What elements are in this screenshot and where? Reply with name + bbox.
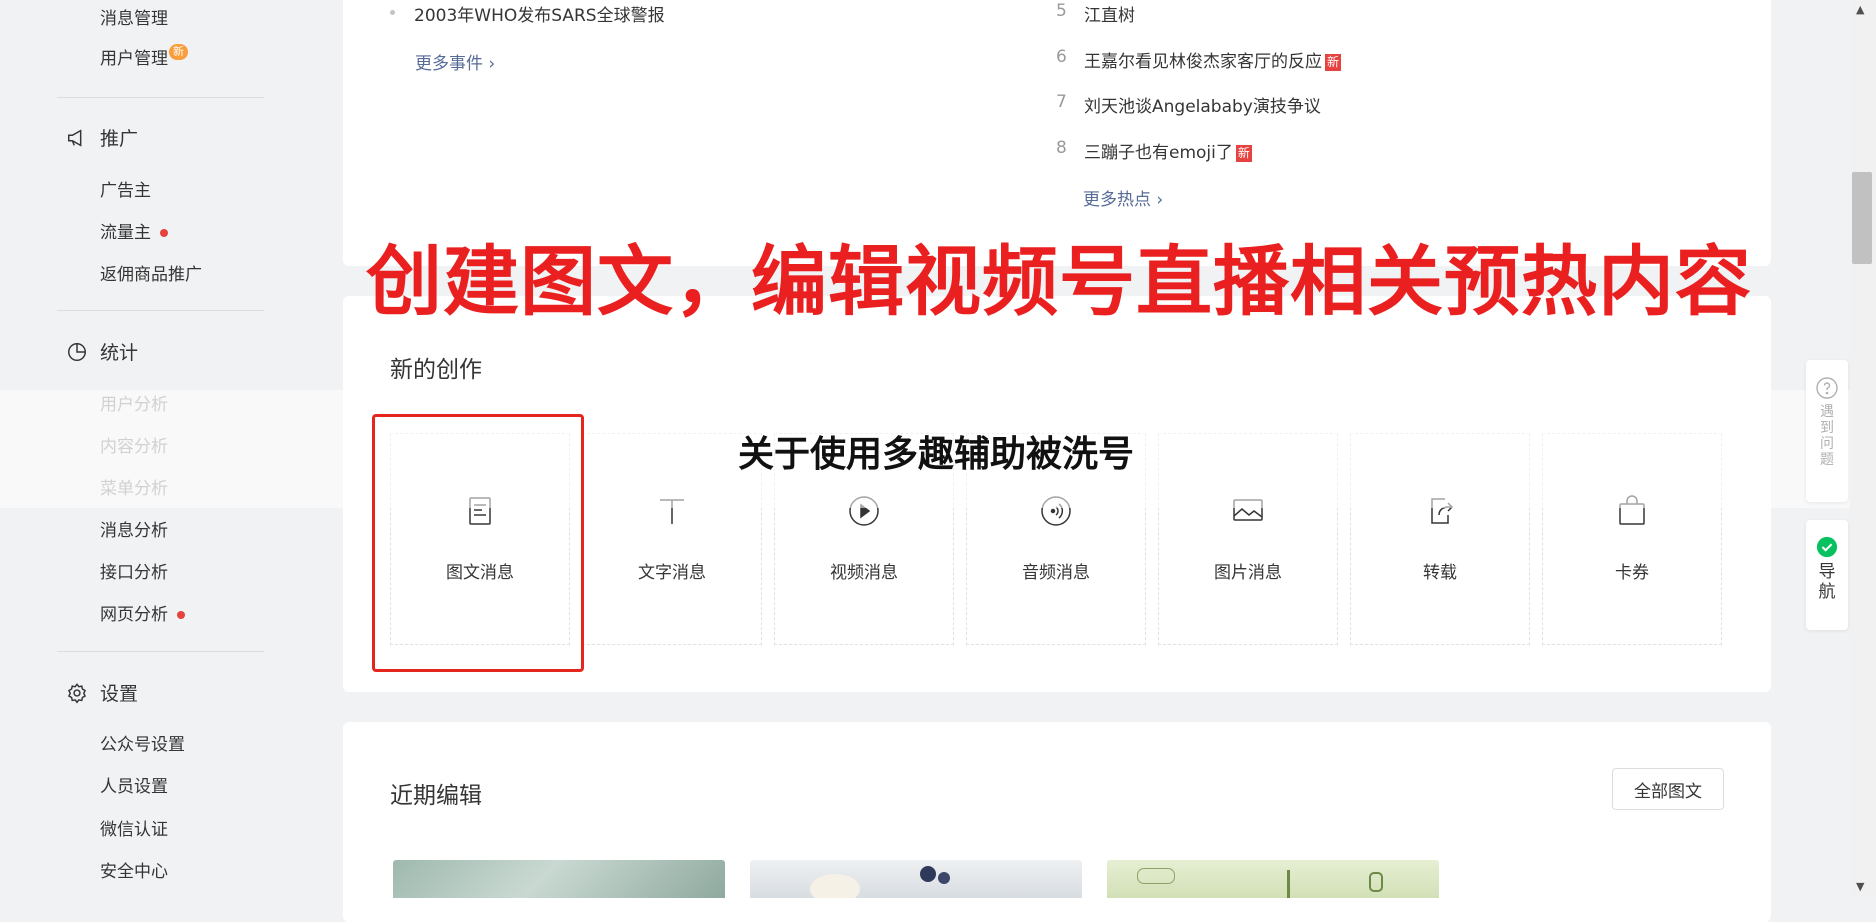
hot-item-text: 三蹦子也有emoji了 — [1084, 143, 1233, 163]
question-icon — [1816, 377, 1838, 399]
all-articles-button[interactable]: 全部图文 — [1612, 768, 1724, 810]
notification-dot — [177, 611, 185, 619]
tile-article[interactable]: 图文消息 — [390, 433, 570, 645]
tile-label: 文字消息 — [638, 563, 706, 583]
nav-label: 导航 — [1818, 562, 1836, 602]
sidebar-item-security-center[interactable]: 安全中心 — [100, 857, 168, 882]
check-icon — [1816, 536, 1838, 558]
sidebar-item-api-analysis[interactable]: 接口分析 — [100, 558, 168, 583]
sidebar-item-user-mgmt[interactable]: 用户管理新 — [100, 44, 188, 69]
bullet-icon — [390, 10, 395, 15]
share-icon — [1431, 498, 1454, 524]
tile-image[interactable]: 图片消息 — [1158, 433, 1338, 645]
scroll-up-icon[interactable]: ▲ — [1856, 3, 1864, 16]
nav-widget[interactable]: 导航 — [1806, 520, 1848, 630]
hot-rank: 6 — [1056, 47, 1067, 67]
gear-icon — [67, 682, 87, 703]
sidebar-divider — [57, 310, 264, 311]
article-icon — [469, 497, 491, 525]
pie-chart-icon — [68, 342, 86, 361]
hot-rank: 8 — [1056, 138, 1067, 158]
sidebar-item-account-settings[interactable]: 公众号设置 — [100, 730, 185, 755]
hot-item-text: 刘天池谈Angelababy演技争议 — [1084, 97, 1321, 117]
sidebar-section-stats[interactable]: 统计 — [66, 338, 138, 365]
tile-label: 图文消息 — [446, 563, 514, 583]
more-events-link[interactable]: 更多事件 › — [415, 49, 495, 74]
megaphone-icon — [68, 128, 82, 147]
sidebar-item-content-analysis[interactable]: 内容分析 — [100, 432, 168, 457]
berry-graphic — [938, 872, 950, 884]
tile-coupon[interactable]: 卡券 — [1542, 433, 1722, 645]
hot-item[interactable]: 三蹦子也有emoji了新 — [1084, 138, 1252, 163]
help-label: 遇到问题 — [1820, 404, 1834, 468]
sidebar-section-settings[interactable]: 设置 — [66, 679, 138, 706]
plant-graphic — [1369, 872, 1383, 892]
article-thumbnail[interactable] — [1107, 860, 1439, 898]
sidebar-item-label: 流量主 — [100, 223, 151, 243]
sidebar-item-message-mgmt[interactable]: 消息管理 — [100, 4, 168, 29]
sidebar-item-commission-promo[interactable]: 返佣商品推广 — [100, 260, 202, 285]
sidebar: 消息管理 用户管理新 推广 广告主 流量主 返佣商品推广 统计 用户分析 内容分… — [0, 0, 300, 898]
article-thumbnail[interactable] — [393, 860, 725, 898]
label-graphic — [1137, 868, 1175, 884]
tile-label: 音频消息 — [1022, 563, 1090, 583]
play-icon — [849, 496, 879, 526]
sidebar-item-member-settings[interactable]: 人员设置 — [100, 772, 168, 797]
sidebar-item-message-analysis[interactable]: 消息分析 — [100, 516, 168, 541]
berry-graphic — [920, 866, 936, 882]
notification-dot — [160, 229, 168, 237]
tile-label: 视频消息 — [830, 563, 898, 583]
tile-label: 卡券 — [1615, 563, 1649, 583]
sidebar-item-label: 网页分析 — [100, 605, 168, 625]
audio-icon — [1041, 496, 1071, 526]
sidebar-item-web-analysis[interactable]: 网页分析 — [100, 600, 185, 625]
tile-label: 转载 — [1423, 563, 1457, 583]
hot-rank: 7 — [1056, 92, 1067, 112]
bowl-graphic — [810, 874, 860, 898]
events-card — [343, 0, 1771, 266]
sidebar-section-promotion[interactable]: 推广 — [66, 124, 138, 151]
tile-repost[interactable]: 转载 — [1350, 433, 1530, 645]
sidebar-divider — [57, 651, 264, 652]
new-tag: 新 — [1325, 53, 1342, 71]
sidebar-item-advertiser[interactable]: 广告主 — [100, 176, 151, 201]
article-thumbnail[interactable] — [750, 860, 1082, 898]
overlay-subtitle: 关于使用多趣辅助被洗号 — [738, 434, 1135, 475]
sidebar-item-user-analysis[interactable]: 用户分析 — [100, 390, 168, 415]
hot-item-text: 江直树 — [1084, 6, 1135, 26]
hot-item[interactable]: 刘天池谈Angelababy演技争议 — [1084, 92, 1321, 117]
hot-rank: 5 — [1056, 1, 1067, 21]
bag-icon — [1619, 495, 1645, 525]
sidebar-section-label: 统计 — [100, 342, 139, 364]
sidebar-item-label: 用户管理 — [100, 49, 168, 69]
image-icon — [1233, 499, 1263, 521]
tile-label: 图片消息 — [1214, 563, 1282, 583]
scroll-down-icon[interactable]: ▼ — [1856, 880, 1864, 893]
sidebar-section-label: 推广 — [100, 128, 139, 150]
hot-item-text: 王嘉尔看见林俊杰家客厅的反应 — [1084, 52, 1322, 72]
new-tag: 新 — [1235, 144, 1252, 162]
sidebar-divider — [57, 97, 264, 98]
text-icon — [660, 499, 684, 524]
event-item[interactable]: 2003年WHO发布SARS全球警报 — [414, 1, 665, 26]
help-widget[interactable]: 遇到问题 — [1806, 360, 1848, 502]
hot-item[interactable]: 王嘉尔看见林俊杰家客厅的反应新 — [1084, 47, 1342, 72]
new-badge: 新 — [169, 44, 188, 60]
sidebar-item-wechat-verify[interactable]: 微信认证 — [100, 815, 168, 840]
hot-item[interactable]: 江直树 — [1084, 1, 1135, 26]
scrollbar-thumb[interactable] — [1852, 172, 1872, 264]
overlay-caption: 创建图文，编辑视频号直播相关预热内容 — [366, 237, 1752, 326]
sidebar-item-menu-analysis[interactable]: 菜单分析 — [100, 474, 168, 499]
tile-text[interactable]: 文字消息 — [582, 433, 762, 645]
scrollbar-track[interactable] — [1850, 0, 1876, 898]
recent-title: 近期编辑 — [390, 783, 482, 809]
creation-title: 新的创作 — [390, 357, 482, 383]
plant-graphic — [1287, 870, 1290, 898]
more-hot-link[interactable]: 更多热点 › — [1083, 185, 1163, 210]
sidebar-section-label: 设置 — [100, 683, 139, 705]
sidebar-item-traffic-owner[interactable]: 流量主 — [100, 218, 168, 243]
